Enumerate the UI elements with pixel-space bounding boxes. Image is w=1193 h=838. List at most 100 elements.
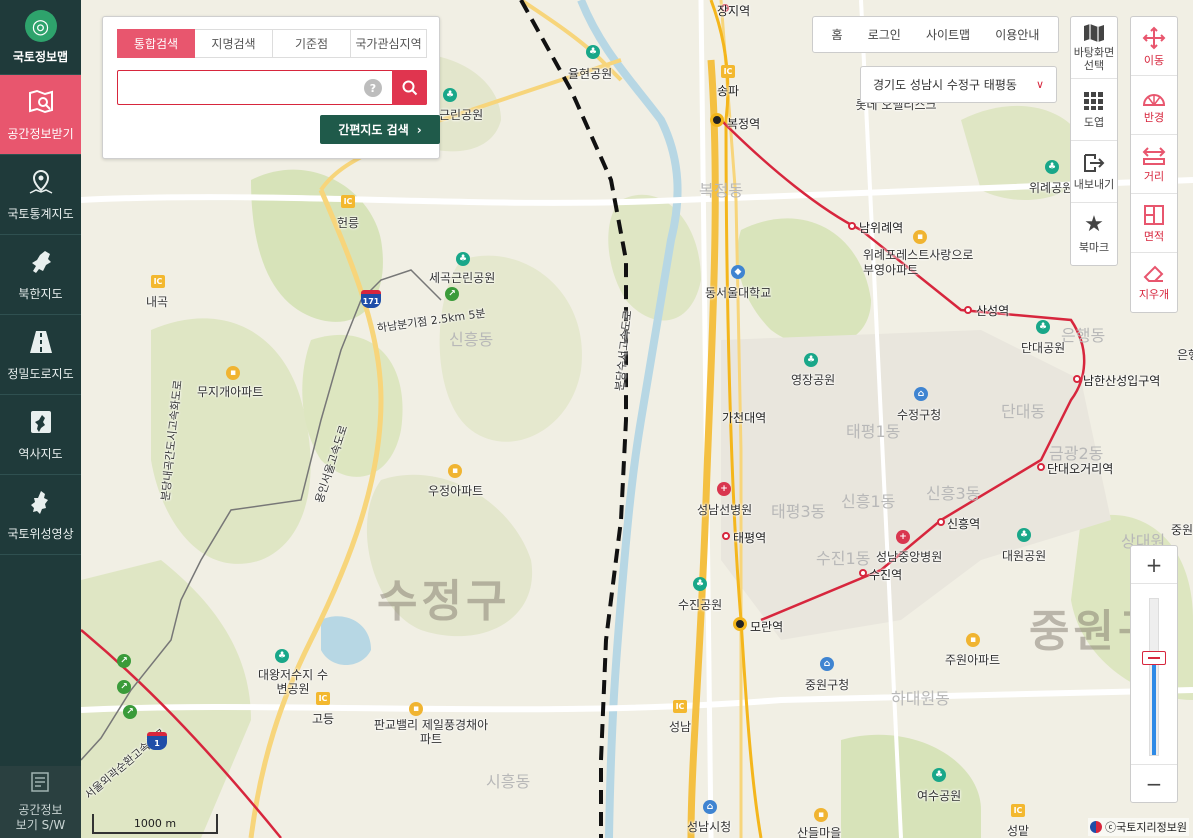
sidebar-item-north-korea[interactable]: 북한지도 (0, 235, 81, 315)
station-marker[interactable] (937, 518, 945, 526)
station-marker-transfer[interactable] (733, 617, 747, 631)
sidebar-item-road-map[interactable]: 정밀도로지도 (0, 315, 81, 395)
place-label: 성남중앙병원 (876, 550, 943, 564)
map-tools-panel: 바탕화면 선택 도엽 내보내기 ★ 북마크 (1070, 16, 1118, 266)
tool-label: 면적 (1143, 229, 1165, 243)
park-marker: ♣ (693, 577, 707, 591)
eraser-tool-button[interactable]: 지우개 (1131, 253, 1177, 312)
park-marker: ♣ (586, 45, 600, 59)
nav-sitemap[interactable]: 사이트맵 (926, 26, 970, 43)
place-label: 무지개아파트 (197, 385, 264, 399)
bookmark-button[interactable]: ★ 북마크 (1071, 203, 1117, 265)
export-icon (1084, 153, 1105, 172)
place-label: 수진공원 (678, 598, 723, 612)
search-button[interactable] (392, 70, 427, 105)
road-icon (26, 327, 56, 357)
district-label: 신흥1동 (841, 492, 896, 511)
radius-tool-button[interactable]: 반경 (1131, 76, 1177, 135)
tool-label: 반경 (1143, 110, 1165, 124)
government-marker: ⌂ (820, 657, 834, 671)
place-label: 여수공원 (917, 789, 962, 803)
star-icon: ★ (1084, 212, 1104, 237)
sidebar-item-spatial-download[interactable]: 공간정보받기 (0, 75, 81, 155)
zoom-in-button[interactable]: + (1131, 546, 1177, 584)
ic-marker: IC (151, 275, 165, 288)
distance-icon (1142, 146, 1166, 165)
apartment-marker: ▪ (409, 702, 423, 716)
sidebar-item-satellite[interactable]: 국토위성영상 (0, 475, 81, 555)
site-logo[interactable]: ◎ 국토정보맵 (0, 0, 81, 75)
location-value: 경기도 성남시 수정구 태평동 (873, 78, 1017, 92)
station-marker[interactable] (1073, 375, 1081, 383)
zoom-slider-handle[interactable] (1142, 651, 1166, 666)
top-nav: 홈 로그인 사이트맵 이용안내 (812, 16, 1059, 53)
sidebar-item-label: 공간정보받기 (7, 127, 74, 141)
sheet-index-button[interactable]: 도엽 (1071, 79, 1117, 141)
station-marker[interactable] (1037, 463, 1045, 471)
park-marker: ♣ (1045, 160, 1059, 174)
government-marker: ⌂ (703, 800, 717, 814)
ic-marker: IC (673, 700, 687, 713)
download-doc-icon (29, 771, 53, 797)
park-marker: ♣ (932, 768, 946, 782)
zoom-slider-fill (1152, 659, 1156, 755)
tool-label: 거리 (1143, 169, 1165, 183)
viewer-software-link[interactable]: 공간정보 보기 S/W (0, 766, 81, 838)
district-label: 신흥3동 (926, 484, 981, 503)
station-marker[interactable] (848, 222, 856, 230)
ic-marker: IC (1011, 804, 1025, 817)
sidebar-item-history-map[interactable]: 역사지도 (0, 395, 81, 475)
sidebar-item-label: 국토통계지도 (7, 207, 74, 221)
nav-guide[interactable]: 이용안내 (995, 26, 1039, 43)
district-label: 태평3동 (771, 502, 826, 521)
place-label: 중원구 (1171, 523, 1193, 537)
tool-label: 바탕화면 선택 (1073, 46, 1115, 72)
quick-map-search-button[interactable]: 간편지도 검색 › (320, 115, 440, 144)
place-label: 복정역 (727, 117, 761, 131)
park-marker: ♣ (804, 353, 818, 367)
place-label: 대원공원 (1002, 549, 1047, 563)
grid-icon (1084, 91, 1103, 110)
tab-national-interest-area[interactable]: 국가관심지역 (351, 29, 427, 58)
station-marker[interactable] (722, 532, 730, 540)
search-panel: 통합검색 지명검색 기준점 국가관심지역 ? 간편지도 검색 › (102, 16, 440, 159)
station-marker[interactable] (964, 306, 972, 314)
korea-map-icon (26, 407, 56, 437)
area-tool-button[interactable]: 면적 (1131, 194, 1177, 253)
place-label: 영장공원 (791, 373, 836, 387)
place-label: 산들마을 (797, 826, 842, 838)
tab-place-name-search[interactable]: 지명검색 (195, 29, 273, 58)
tab-integrated-search[interactable]: 통합검색 (117, 29, 195, 58)
sidebar-item-stats-map[interactable]: 국토통계지도 (0, 155, 81, 235)
quick-map-search-label: 간편지도 검색 (338, 123, 409, 137)
map-search-icon (26, 87, 56, 117)
measure-tools-panel: 이동 반경 거리 면적 지우개 (1130, 16, 1178, 313)
station-marker-transfer[interactable] (710, 113, 724, 127)
help-icon[interactable]: ? (364, 79, 382, 97)
nav-home[interactable]: 홈 (832, 26, 843, 43)
zoom-slider-track[interactable] (1149, 598, 1159, 756)
search-tabs: 통합검색 지명검색 기준점 국가관심지역 (117, 29, 427, 58)
chevron-right-icon: › (416, 122, 422, 137)
export-button[interactable]: 내보내기 (1071, 141, 1117, 203)
move-tool-button[interactable]: 이동 (1131, 17, 1177, 76)
junction-marker: ↗ (445, 287, 459, 301)
search-box: ? (117, 70, 427, 105)
search-input[interactable] (124, 77, 354, 99)
tab-control-point[interactable]: 기준점 (273, 29, 351, 58)
apartment-marker: ▪ (448, 464, 462, 478)
place-label: 우정아파트 (428, 484, 484, 498)
zoom-out-button[interactable]: − (1131, 764, 1177, 802)
place-label: 성남 (669, 720, 692, 734)
distance-tool-button[interactable]: 거리 (1131, 135, 1177, 194)
place-label: 내곡 (146, 295, 169, 309)
place-label: 동서울대학교 (705, 286, 772, 300)
nav-login[interactable]: 로그인 (868, 26, 901, 43)
place-label: 송파 (717, 84, 740, 98)
district-label: 신흥동 (449, 330, 494, 349)
government-seal-icon (1090, 821, 1103, 833)
place-label: 율현공원 (568, 67, 613, 81)
station-marker[interactable] (859, 569, 867, 577)
location-select[interactable]: 경기도 성남시 수정구 태평동 ∨ (860, 66, 1057, 103)
basemap-select-button[interactable]: 바탕화면 선택 (1071, 17, 1117, 79)
